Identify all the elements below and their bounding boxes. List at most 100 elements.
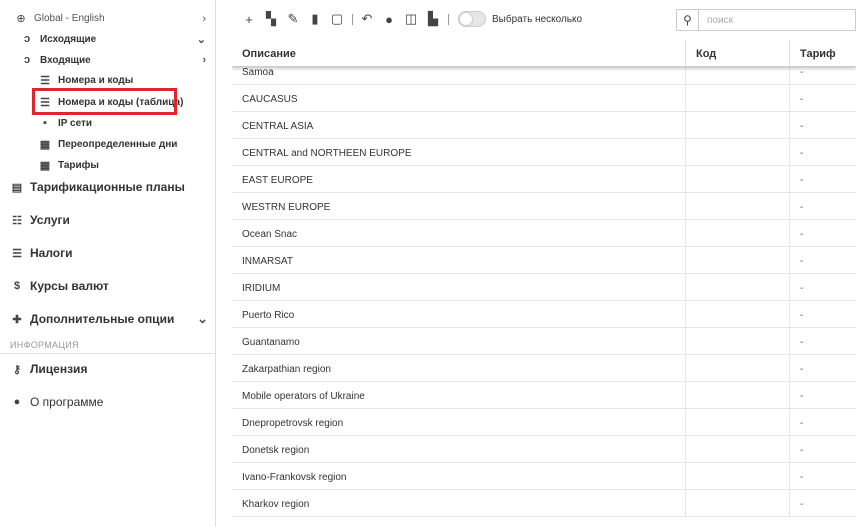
undo-icon[interactable]: ↶ [358, 10, 376, 28]
cell-tariff: - [800, 202, 804, 213]
cell-code [686, 328, 790, 354]
table-row[interactable]: CENTRAL ASIA - [232, 112, 856, 139]
cell-tariff: - [800, 121, 804, 132]
copy-icon[interactable]: ▚ [262, 10, 280, 28]
cell-description: Dnepropetrovsk region [232, 409, 686, 435]
highlight-box [32, 88, 177, 115]
table-row[interactable]: Guantanamo - [232, 328, 856, 355]
table-header: Описание Код Тариф [232, 40, 856, 67]
calendar-icon: ▦ [39, 139, 51, 151]
nav-item-billing-plans[interactable]: ▤ Тарификационные планы [10, 180, 226, 194]
cell-code [686, 301, 790, 327]
search-input[interactable] [699, 14, 849, 26]
table-row[interactable]: Dnepropetrovsk region - [232, 409, 856, 436]
tree-item-outgoing[interactable]: ↄ Исходящие ⌄ [20, 33, 236, 46]
table-row[interactable]: Ocean Snac - [232, 220, 856, 247]
section-title: ИНФОРМАЦИЯ [10, 340, 79, 350]
dollar-icon: $ [13, 280, 21, 292]
table-row[interactable]: CENTRAL and NORTHEEN EUROPE - [232, 139, 856, 166]
tree-item-numbers-codes[interactable]: ☰ Номера и коды [38, 74, 254, 87]
chevron-right-icon[interactable]: › [202, 13, 206, 25]
cell-tariff: - [800, 256, 804, 267]
column-header-description[interactable]: Описание [232, 40, 686, 67]
nav-item-label: Налоги [30, 246, 73, 260]
cell-code [686, 382, 790, 408]
table-row[interactable]: WESTRN EUROPE - [232, 193, 856, 220]
multi-select-label: Выбрать несколько [492, 13, 583, 25]
nav-item-services[interactable]: ☷ Услуги [10, 213, 226, 227]
nav-item-label: Услуги [30, 213, 70, 227]
edit-box-icon[interactable]: ▢ [328, 10, 346, 28]
cell-tariff: - [800, 418, 804, 429]
cell-description: INMARSAT [232, 247, 686, 273]
tree-item-tariffs[interactable]: ▦ Тарифы [38, 159, 254, 172]
nav-item-currency-rates[interactable]: $ Курсы валют [10, 279, 226, 293]
nav-item-taxes[interactable]: ☰ Налоги [10, 246, 226, 260]
cell-tariff: - [800, 337, 804, 348]
table-row[interactable]: IRIDIUM - [232, 274, 856, 301]
add-icon[interactable]: + [240, 10, 258, 28]
list-icon: ☰ [40, 75, 50, 87]
delete-icon[interactable]: ▮ [306, 10, 324, 28]
tree-item-label: Global - English [34, 13, 105, 24]
tree-item-label: Исходящие [40, 33, 97, 45]
column-header-code[interactable]: Код [686, 40, 790, 67]
tree-item-override-days[interactable]: ▦ Переопределенные дни [38, 138, 254, 151]
cell-description: Puerto Rico [232, 301, 686, 327]
cell-tariff: - [800, 310, 804, 321]
table-body: Samoa - CAUCASUS - CENTRAL ASIA - CENTRAL and … [232, 58, 856, 517]
phone-incoming-icon: ↄ [23, 54, 31, 66]
cell-code [686, 112, 790, 138]
nav-item-label: Лицензия [30, 362, 88, 376]
search-icon[interactable]: ⚲ [677, 10, 699, 30]
export-icon[interactable]: ▙ [424, 10, 442, 28]
sidebar: ⊕ Global - English › ↄ Исходящие ⌄ ↄ Вхо… [0, 0, 216, 527]
chevron-right-icon[interactable]: › [202, 54, 206, 66]
table-row[interactable]: Mobile operators of Ukraine - [232, 382, 856, 409]
cell-tariff: - [800, 499, 804, 510]
table-row[interactable]: EAST EUROPE - [232, 166, 856, 193]
chevron-down-icon[interactable]: ⌄ [197, 33, 206, 46]
cell-description: Donetsk region [232, 436, 686, 462]
cell-code [686, 490, 790, 516]
cell-tariff: - [800, 148, 804, 159]
table-row[interactable]: INMARSAT - [232, 247, 856, 274]
cell-description: Ivano-Frankovsk region [232, 463, 686, 489]
cell-description: CENTRAL and NORTHEEN EUROPE [232, 139, 686, 165]
tree-item-ip-networks[interactable]: ▪ IP сети [38, 117, 254, 129]
columns-icon[interactable]: ◫ [402, 10, 420, 28]
globe-icon: ⊕ [16, 13, 26, 25]
plug-icon: ✚ [12, 313, 22, 326]
toolbar: + ▚ ✎ ▮ ▢ ↶ ● ◫ ▙ Выбрать несколько ⚲ [216, 0, 856, 38]
table-row[interactable]: Ivano-Frankovsk region - [232, 463, 856, 490]
tree-item-global-english[interactable]: ⊕ Global - English › [14, 12, 230, 26]
table-row[interactable]: CAUCASUS - [232, 85, 856, 112]
multi-select-toggle[interactable] [458, 11, 486, 27]
tree-item-label: Переопределенные дни [58, 139, 178, 150]
cell-code [686, 355, 790, 381]
nav-item-about[interactable]: ● О программе [10, 395, 226, 409]
marker-icon[interactable]: ● [380, 10, 398, 28]
table-row[interactable]: Kharkov region - [232, 490, 856, 517]
cell-code [686, 139, 790, 165]
cell-description: Kharkov region [232, 490, 686, 516]
nav-item-label: Тарификационные планы [30, 180, 185, 194]
table-row[interactable]: Zakarpathian region - [232, 355, 856, 382]
tree-item-label: Номера и коды [58, 75, 134, 86]
nav-item-additional-options[interactable]: ✚ Дополнительные опции ⌄ [10, 311, 226, 327]
tree-item-incoming[interactable]: ↄ Входящие › [20, 54, 236, 66]
column-header-tariff[interactable]: Тариф [790, 40, 856, 67]
nav-item-license[interactable]: ⚷ Лицензия [10, 362, 226, 376]
edit-icon[interactable]: ✎ [284, 10, 302, 28]
tree-item-label: Тарифы [58, 160, 99, 171]
chevron-down-icon[interactable]: ⌄ [197, 311, 208, 327]
cell-description: Guantanamo [232, 328, 686, 354]
table-row[interactable]: Donetsk region - [232, 436, 856, 463]
cell-tariff: - [800, 391, 804, 402]
cell-description: IRIDIUM [232, 274, 686, 300]
table-row[interactable]: Puerto Rico - [232, 301, 856, 328]
services-icon: ☷ [12, 214, 22, 227]
nav-item-label: Курсы валют [30, 279, 109, 293]
cell-code [686, 436, 790, 462]
tree-item-label: IP сети [58, 117, 93, 129]
